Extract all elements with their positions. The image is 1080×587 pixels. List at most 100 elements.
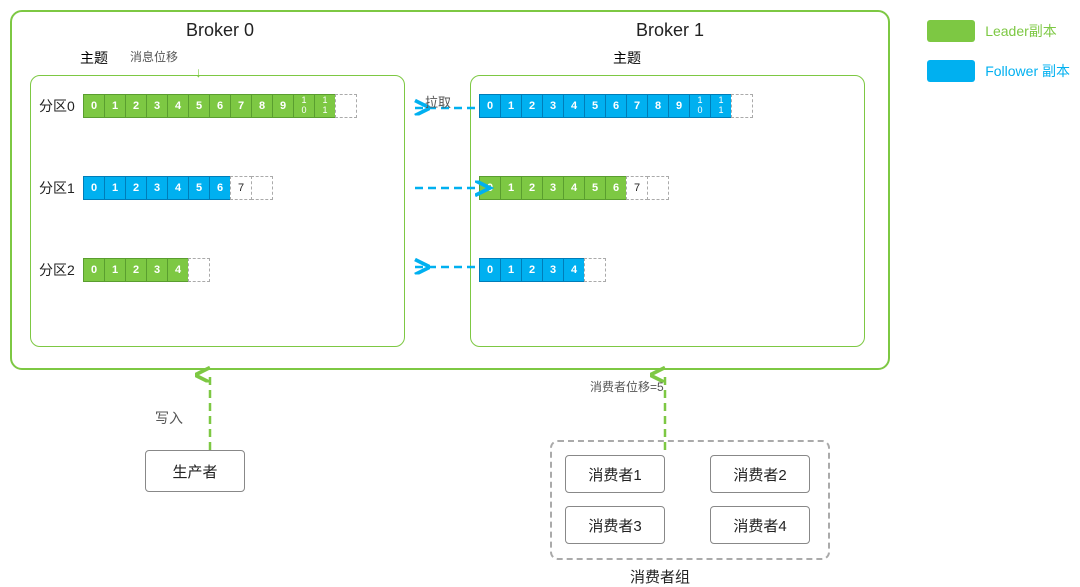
broker1-topic-label: 主题: [613, 48, 641, 68]
cell: 6: [605, 176, 627, 200]
cell: 3: [146, 258, 168, 282]
cell: 1: [104, 258, 126, 282]
consumer2-box: 消费者2: [710, 455, 810, 493]
broker1-p1-cells: 0 1 2 3 4 5 6 7: [479, 176, 668, 200]
broker0-offset-label: 消息位移: [130, 48, 178, 65]
cell: 4: [167, 258, 189, 282]
cell: 4: [167, 176, 189, 200]
cell-dashed: [647, 176, 669, 200]
leader-label: Leader副本: [985, 21, 1057, 41]
cell: 6: [605, 94, 627, 118]
cell: 4: [563, 176, 585, 200]
cell: 2: [521, 258, 543, 282]
legend-leader: Leader副本: [927, 20, 1070, 42]
broker0-p0-label: 分区0: [39, 96, 77, 116]
cell: 0: [83, 94, 105, 118]
cell: 10: [293, 94, 315, 118]
consumer3-label: 消费者3: [588, 515, 641, 536]
cell: 6: [209, 94, 231, 118]
broker0-p2-label: 分区2: [39, 260, 77, 280]
cell: 0: [479, 176, 501, 200]
follower-label: Follower 副本: [985, 61, 1070, 81]
leader-icon: [927, 20, 975, 42]
cell: 3: [146, 94, 168, 118]
cell: 9: [272, 94, 294, 118]
cell: 0: [83, 176, 105, 200]
broker1-p0-cells: 0 1 2 3 4 5 6 7 8 9 10 11: [479, 94, 752, 118]
cell: 11: [710, 94, 732, 118]
cell: 1: [500, 258, 522, 282]
producer-label: 生产者: [172, 461, 217, 482]
broker0-partition1-row: 分区1 0 1 2 3 4 5 6 7: [39, 176, 272, 200]
cell: 4: [167, 94, 189, 118]
cell: 1: [104, 94, 126, 118]
follower-icon: [927, 60, 975, 82]
broker0-p2-cells: 0 1 2 3 4: [83, 258, 209, 282]
broker1-p2-cells: 0 1 2 3 4: [479, 258, 605, 282]
cell-dashed: [251, 176, 273, 200]
cell: 3: [146, 176, 168, 200]
cell: 6: [209, 176, 231, 200]
cell: 5: [584, 176, 606, 200]
cell-dashed: [731, 94, 753, 118]
cell: 3: [542, 176, 564, 200]
broker0-p0-cells: 0 1 2 3 4 5 6 7 8 9 10 11: [83, 94, 356, 118]
cell: 0: [479, 94, 501, 118]
pull-label: 拉取: [425, 92, 451, 111]
cell: 2: [125, 94, 147, 118]
broker1-partition0-row: 0 1 2 3 4 5 6 7 8 9 10 11: [479, 94, 752, 118]
broker0-topic-label: 主题: [80, 48, 108, 68]
cell: 2: [125, 258, 147, 282]
cell: 3: [542, 258, 564, 282]
consumer-offset-label: 消费者位移=5: [590, 378, 664, 395]
broker1-title: Broker 1: [465, 20, 875, 41]
cell: 1: [500, 176, 522, 200]
cell: 10: [689, 94, 711, 118]
cell: 3: [542, 94, 564, 118]
broker-1: Broker 1 主题 0 1 2 3 4 5 6 7 8: [465, 20, 875, 356]
consumer4-label: 消费者4: [733, 515, 786, 536]
cell-dashed: [188, 258, 210, 282]
legend-follower: Follower 副本: [927, 60, 1070, 82]
cell: 11: [314, 94, 336, 118]
cell: 1: [104, 176, 126, 200]
cell: 8: [251, 94, 273, 118]
cell: 1: [500, 94, 522, 118]
cell-dashed: 7: [230, 176, 252, 200]
broker0-title: Broker 0: [25, 20, 415, 41]
consumer1-box: 消费者1: [565, 455, 665, 493]
cell: 4: [563, 94, 585, 118]
broker0-p1-label: 分区1: [39, 178, 77, 198]
broker0-partition2-row: 分区2 0 1 2 3 4: [39, 258, 209, 282]
write-label: 写入: [155, 408, 183, 428]
cell: 0: [479, 258, 501, 282]
cell: 5: [584, 94, 606, 118]
cell-dashed: [335, 94, 357, 118]
consumer3-box: 消费者3: [565, 506, 665, 544]
legend: Leader副本 Follower 副本: [927, 20, 1070, 82]
broker-0: Broker 0 主题 消息位移 ↓ 分区0 0 1 2 3 4 5: [25, 20, 415, 356]
cell: 8: [647, 94, 669, 118]
cell: 9: [668, 94, 690, 118]
cell: 5: [188, 176, 210, 200]
consumer2-label: 消费者2: [733, 464, 786, 485]
broker1-partition1-row: 0 1 2 3 4 5 6 7: [479, 176, 668, 200]
cell-dashed: [584, 258, 606, 282]
cell-dashed: 7: [626, 176, 648, 200]
broker1-partition2-row: 0 1 2 3 4: [479, 258, 605, 282]
broker0-p1-cells: 0 1 2 3 4 5 6 7: [83, 176, 272, 200]
consumer1-label: 消费者1: [588, 464, 641, 485]
cell: 7: [230, 94, 252, 118]
cell: 2: [521, 176, 543, 200]
consumer4-box: 消费者4: [710, 506, 810, 544]
cell: 7: [626, 94, 648, 118]
broker0-partition-box: 分区0 0 1 2 3 4 5 6 7 8 9 10 11: [30, 75, 405, 347]
main-container: Leader副本 Follower 副本 Broker 0 主题 消息位移 ↓ …: [0, 0, 1080, 584]
cell: 5: [188, 94, 210, 118]
cell: 2: [521, 94, 543, 118]
producer-box: 生产者: [145, 450, 245, 492]
cell: 0: [83, 258, 105, 282]
broker1-partition-box: 0 1 2 3 4 5 6 7 8 9 10 11: [470, 75, 865, 347]
cell: 4: [563, 258, 585, 282]
broker0-partition0-row: 分区0 0 1 2 3 4 5 6 7 8 9 10 11: [39, 94, 356, 118]
